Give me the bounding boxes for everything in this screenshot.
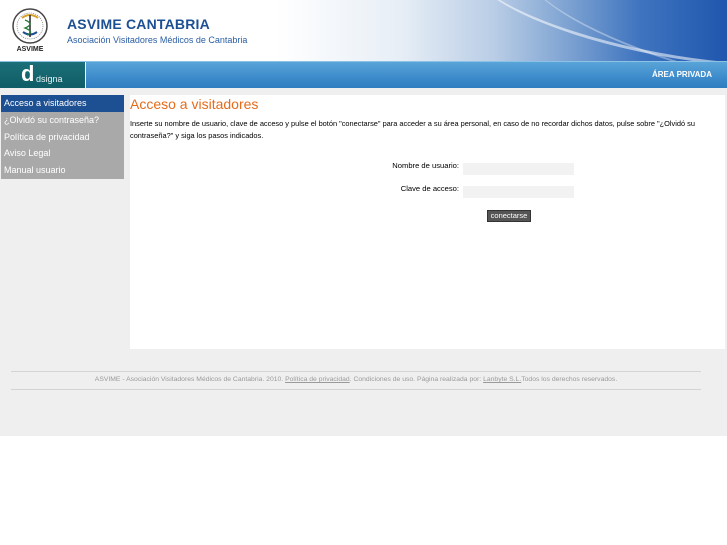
- dsigna-wordmark: dsigna: [36, 74, 63, 84]
- sidebar-menu: Acceso a visitadores ¿Olvidó su contrase…: [1, 95, 124, 179]
- username-input[interactable]: [463, 163, 574, 175]
- sidebar-item-manual-usuario[interactable]: Manual usuario: [1, 162, 124, 179]
- conectarse-button[interactable]: conectarse: [487, 210, 531, 222]
- logo-text: ASVIME: [17, 46, 44, 53]
- site-subtitle: Asociación Visitadores Médicos de Cantab…: [67, 35, 248, 45]
- footer-divider: [11, 389, 701, 390]
- dsigna-d-icon: d: [21, 61, 35, 86]
- footer-copyright: ASVIME - Asociación Visitadores Médicos …: [94, 376, 284, 383]
- footer-divider: [11, 371, 701, 372]
- intro-text: Inserte su nombre de usuario, clave de a…: [130, 119, 695, 140]
- sidebar-item-aviso-legal[interactable]: Aviso Legal: [1, 145, 124, 162]
- page-title: Acceso a visitadores: [130, 96, 259, 112]
- password-input[interactable]: [463, 186, 574, 198]
- area-privada-link[interactable]: ÁREA PRIVADA: [652, 70, 712, 79]
- site-title: ASVIME CANTABRIA: [67, 16, 210, 32]
- username-label: Nombre de usuario:: [392, 161, 459, 170]
- password-label: Clave de acceso:: [400, 184, 459, 193]
- footer-privacy-link[interactable]: Política de privacidad: [285, 376, 350, 383]
- main-content: Acceso a visitadores Inserte su nombre d…: [130, 95, 725, 349]
- site-header: ASVIME ASVIME CANTABRIA Asociación Visit…: [0, 0, 727, 61]
- sidebar-item-acceso-visitadores[interactable]: Acceso a visitadores: [1, 95, 124, 112]
- top-navbar: d dsigna ÁREA PRIVADA: [0, 61, 727, 88]
- dsigna-logo[interactable]: d dsigna: [0, 62, 86, 88]
- sidebar-item-politica-privacidad[interactable]: Política de privacidad: [1, 129, 124, 146]
- asvime-logo[interactable]: ASVIME: [3, 6, 57, 54]
- sidebar-item-olvido-contrasena[interactable]: ¿Olvidó su contraseña?: [1, 112, 124, 129]
- footer: ASVIME - Asociación Visitadores Médicos …: [11, 376, 701, 383]
- footer-company-link[interactable]: Lanbyte S.L.: [483, 376, 521, 383]
- footer-conditions-text: . Condiciones de uso. Página realizada p…: [349, 376, 482, 383]
- footer-rights-text: Todos los derechos reservados.: [521, 376, 618, 383]
